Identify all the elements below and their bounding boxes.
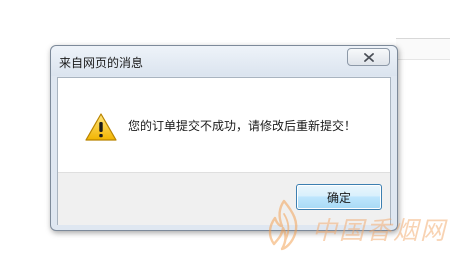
flame-logo (268, 199, 298, 251)
close-icon (364, 53, 374, 62)
watermark-text: 中国香烟网 (312, 216, 448, 245)
dialog-titlebar[interactable]: 来自网页的消息 (51, 46, 397, 76)
dialog-message: 您的订单提交不成功，请修改后重新提交！ (128, 119, 357, 133)
close-button[interactable] (347, 48, 390, 66)
dialog-title: 来自网页的消息 (59, 56, 144, 70)
site-watermark: 中国香烟网 (262, 198, 450, 254)
dialog-content: 您的订单提交不成功，请修改后重新提交！ (58, 78, 390, 172)
background-page-strip (396, 38, 450, 60)
warning-icon (85, 113, 117, 141)
page: 来自网页的消息 您的订单提交不成功，请修改后重新提交！ 确定 中国香烟网 (0, 0, 450, 258)
